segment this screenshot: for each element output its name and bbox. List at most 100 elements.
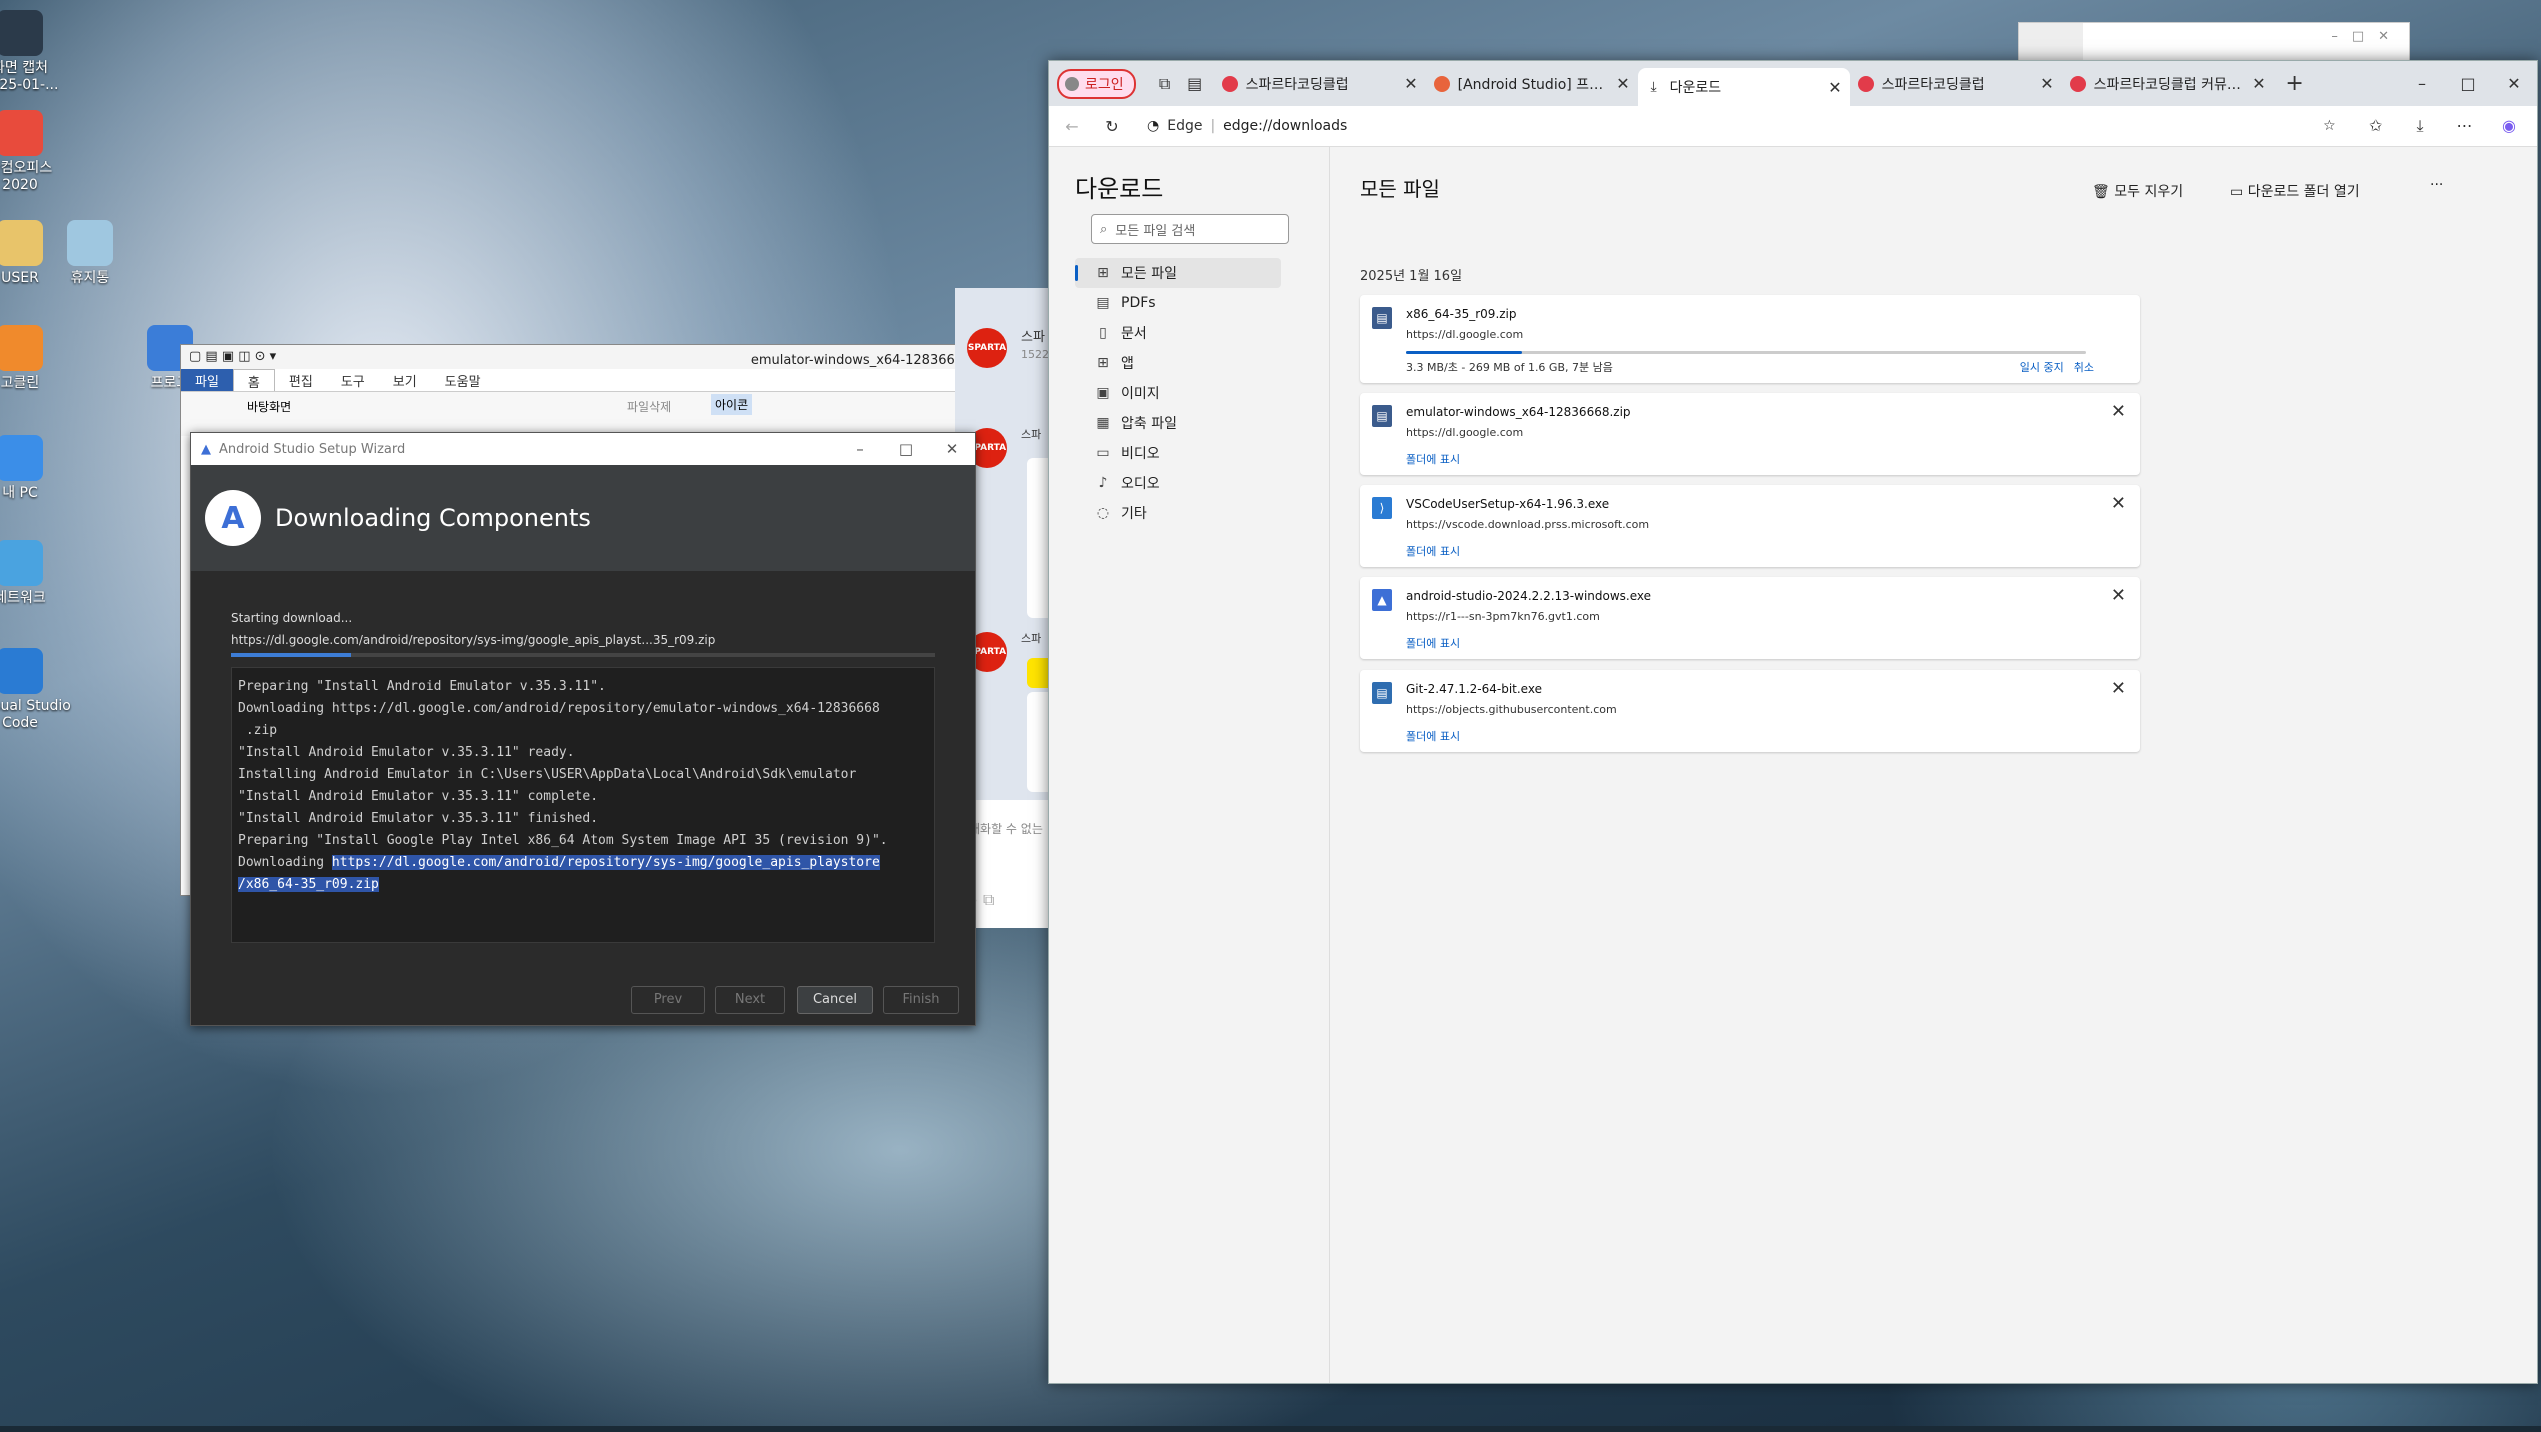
log-line: "Install Android Emulator v.35.3.11" rea… (238, 745, 575, 760)
vscode-icon[interactable]: Visual Studio Code (0, 648, 71, 732)
recycle-bin-icon[interactable]: 휴지통 (50, 220, 130, 287)
next-button[interactable]: Next (715, 986, 785, 1014)
download-item[interactable]: ▲ android-studio-2024.2.2.13-windows.exe h… (1360, 577, 2140, 659)
my-pc-icon[interactable]: 내 PC (0, 435, 60, 502)
filter-audio[interactable]: ♪ 오디오 (1075, 468, 1281, 498)
remove-download-icon[interactable]: ✕ (2111, 585, 2126, 606)
url-box[interactable]: ◔ Edge | edge://downloads ☆ (1137, 112, 2346, 140)
file-name[interactable]: Git-2.47.1.2-64-bit.exe (1406, 682, 1542, 696)
tab-close-icon[interactable]: ✕ (1616, 74, 1629, 93)
ribbon-desktop[interactable]: 바탕화면 (247, 398, 291, 415)
show-in-folder-link[interactable]: 폴더에 표시 (1406, 728, 1460, 744)
window-controls[interactable]: –□✕ (2331, 29, 2403, 44)
workspaces-icon[interactable]: ⧉ (1150, 74, 1180, 94)
background-window[interactable]: –□✕ (2018, 22, 2410, 64)
tab-close-icon[interactable]: ✕ (2040, 74, 2053, 93)
cancel-download-button[interactable]: 취소 (2074, 361, 2094, 374)
tab-close-icon[interactable]: ✕ (1404, 74, 1417, 93)
file-source-url: https://dl.google.com (1406, 328, 1524, 341)
refresh-icon[interactable]: ↻ (1097, 117, 1127, 136)
show-in-folder-link[interactable]: 폴더에 표시 (1406, 451, 1460, 467)
favorite-star-icon[interactable]: ☆ (2323, 118, 2336, 134)
open-folder-button[interactable]: ▭ 다운로드 폴더 열기 (2230, 181, 2360, 201)
download-item[interactable]: ⟩ VSCodeUserSetup-x64-1.96.3.exe https://v… (1360, 485, 2140, 567)
finish-button[interactable]: Finish (883, 986, 959, 1014)
tab-close-icon[interactable]: ✕ (1828, 78, 1841, 97)
file-name[interactable]: android-studio-2024.2.2.13-windows.exe (1406, 589, 1651, 603)
browser-tab[interactable]: [Android Studio] 프로그램 설치 ✕ (1426, 67, 1638, 101)
wizard-window-controls[interactable]: – □ ✕ (837, 440, 975, 458)
close-icon[interactable]: ✕ (2491, 74, 2537, 93)
maximize-icon[interactable]: □ (2445, 74, 2491, 93)
ribbon-tab-view[interactable]: 보기 (379, 369, 431, 391)
filter-document[interactable]: ▯ 문서 (1075, 318, 1281, 348)
favorites-icon[interactable]: ✩ (2356, 116, 2396, 135)
ribbon-tab-help[interactable]: 도움말 (431, 369, 495, 391)
network-icon[interactable]: 네트워크 (0, 540, 60, 607)
new-tab-button[interactable]: + (2280, 71, 2310, 96)
ribbon-tab-tools[interactable]: 도구 (327, 369, 379, 391)
ribbon-icon-view[interactable]: 아이콘 (711, 394, 753, 415)
more-options-button[interactable]: ··· (2430, 177, 2443, 193)
filter-pdf[interactable]: ▤ PDFs (1075, 288, 1281, 318)
show-in-folder-link[interactable]: 폴더에 표시 (1406, 543, 1460, 559)
filter-grid[interactable]: ⊞ 모든 파일 (1075, 258, 1281, 288)
more-icon[interactable]: ⋯ (2445, 116, 2485, 135)
profile-button[interactable]: 로그인 (1057, 68, 1136, 99)
downloads-search-input[interactable]: ⌕ 모든 파일 검색 (1091, 214, 1289, 244)
download-item[interactable]: ▤ Git-2.47.1.2-64-bit.exe https://objects.… (1360, 670, 2140, 752)
quick-access-icons[interactable]: ▢ ▤ ▣ ◫ ⊙ ▾ (189, 349, 276, 364)
ribbon-tab-edit[interactable]: 편집 (275, 369, 327, 391)
browser-tab[interactable]: 스파르타코딩클럽 ✕ (1850, 67, 2062, 101)
copilot-icon[interactable]: ◉ (2489, 116, 2529, 135)
back-icon[interactable]: ← (1057, 117, 1087, 136)
close-icon[interactable]: ✕ (929, 440, 975, 458)
filter-other[interactable]: ◌ 기타 (1075, 498, 1281, 528)
tab-actions-icon[interactable]: ▤ (1180, 74, 1210, 93)
selected-log-text[interactable]: /x86_64-35_r09.zip (238, 877, 379, 892)
goclean-icon[interactable]: 고클린 (0, 325, 60, 392)
desktop-icon-graphic (0, 648, 43, 694)
pause-button[interactable]: 일시 중지 (2020, 361, 2064, 374)
filter-archive[interactable]: ▦ 압축 파일 (1075, 408, 1281, 438)
show-in-folder-link[interactable]: 폴더에 표시 (1406, 635, 1460, 651)
setup-wizard-window[interactable]: ▲ Android Studio Setup Wizard – □ ✕ A Do… (190, 432, 976, 1026)
edge-window[interactable]: 로그인 ⧉ ▤ 스파르타코딩클럽✕[Android Studio] 프로그램 설… (1048, 60, 2538, 1384)
ribbon-tab-home[interactable]: 홈 (232, 369, 275, 391)
hancom-office-icon[interactable]: 한컴오피스 2020 (0, 110, 60, 194)
maximize-icon[interactable]: □ (883, 440, 929, 458)
file-name[interactable]: emulator-windows_x64-12836668.zip (1406, 405, 1631, 419)
remove-download-icon[interactable]: ✕ (2111, 493, 2126, 514)
chat-avatar: SPARTA (967, 328, 1007, 368)
audio-icon: ♪ (1098, 475, 1108, 491)
file-name[interactable]: x86_64-35_r09.zip (1406, 307, 1517, 321)
downloads-icon[interactable]: ⤓ (2400, 116, 2440, 136)
filter-video[interactable]: ▭ 비디오 (1075, 438, 1281, 468)
install-log[interactable]: Preparing "Install Android Emulator v.35… (231, 667, 935, 943)
browser-tab[interactable]: 스파르타코딩클럽 ✕ (1214, 67, 1426, 101)
date-group-label: 2025년 1월 16일 (1360, 269, 1463, 284)
browser-tab[interactable]: 스파르타코딩클럽 커뮤니티 | ✕ (2062, 67, 2274, 101)
filter-image[interactable]: ▣ 이미지 (1075, 378, 1281, 408)
ribbon-tab-file[interactable]: 파일 (181, 369, 233, 391)
tab-favicon-icon (2069, 75, 2086, 92)
ribbon-delete[interactable]: 파일삭제 (627, 398, 671, 415)
minimize-icon[interactable]: – (837, 440, 883, 458)
download-item[interactable]: ▤ emulator-windows_x64-12836668.zip https:… (1360, 393, 2140, 475)
cancel-button[interactable]: Cancel (797, 986, 873, 1014)
tab-close-icon[interactable]: ✕ (2252, 74, 2265, 93)
prev-button[interactable]: Prev (631, 986, 705, 1014)
log-line: /x86_64-35_r09.zip (238, 874, 928, 896)
clear-all-button[interactable]: 🗑 모두 지우기 (2092, 181, 2183, 201)
remove-download-icon[interactable]: ✕ (2111, 401, 2126, 422)
selected-log-text[interactable]: https://dl.google.com/android/repository… (331, 855, 880, 870)
screenshot-file-icon[interactable]: 화면 캡처 2025-01-... (0, 10, 60, 94)
clear-all-label: 모두 지우기 (2114, 184, 2184, 200)
remove-download-icon[interactable]: ✕ (2111, 678, 2126, 699)
minimize-icon[interactable]: – (2399, 74, 2445, 93)
file-name[interactable]: VSCodeUserSetup-x64-1.96.3.exe (1406, 497, 1609, 511)
log-line: .zip (238, 723, 278, 738)
download-item[interactable]: ▤ x86_64-35_r09.zip https://dl.google.com 3… (1360, 295, 2140, 383)
browser-tab[interactable]: ⤓ 다운로드 ✕ (1637, 68, 1850, 106)
filter-app[interactable]: ⊞ 앱 (1075, 348, 1281, 378)
